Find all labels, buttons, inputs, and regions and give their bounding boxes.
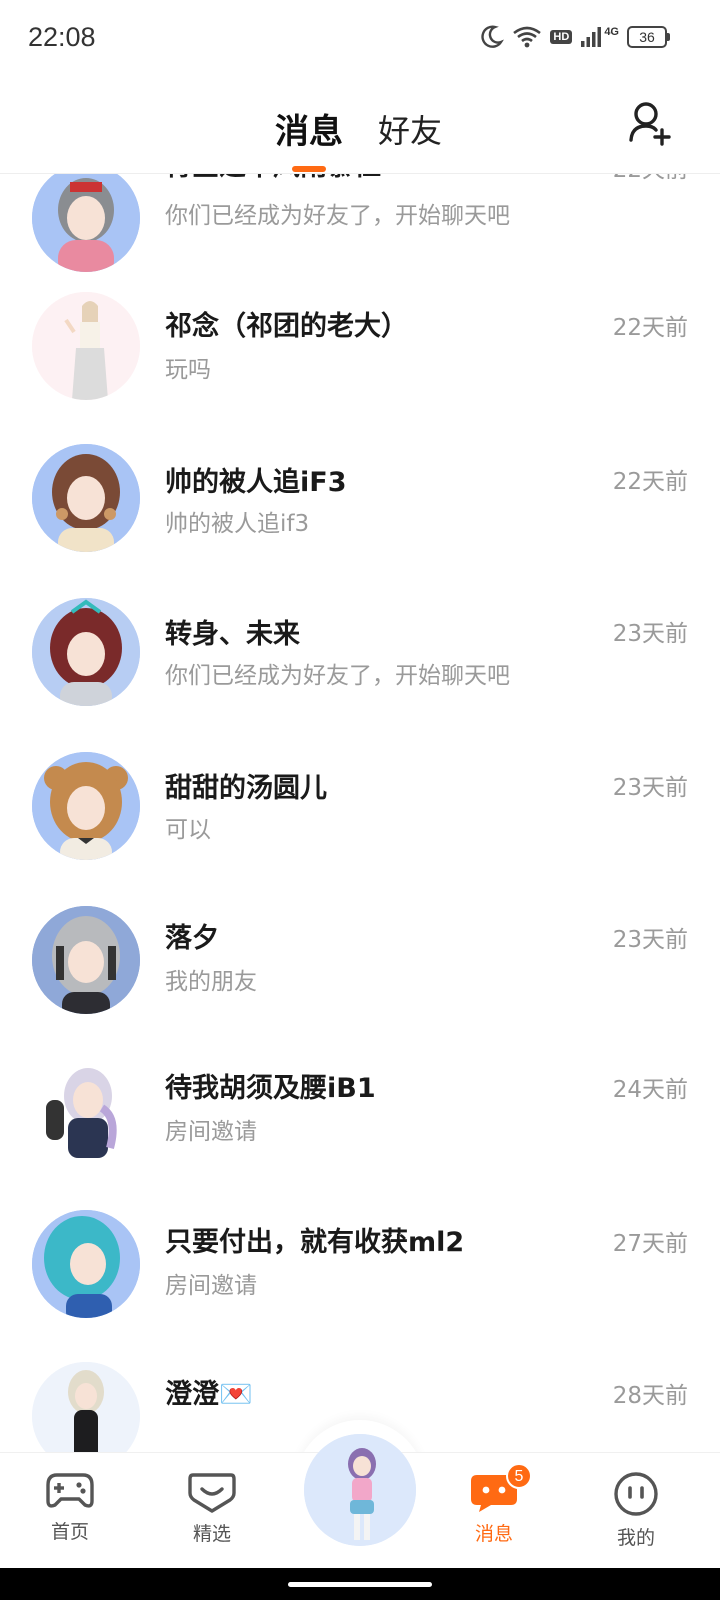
avatar (32, 164, 140, 272)
message-preview: 房间邀请 (165, 1119, 257, 1145)
message-name: 落夕 (165, 923, 219, 954)
message-row[interactable]: 帅的被人追iF3 帅的被人追if3 22天前 (0, 432, 720, 588)
message-time: 28天前 (612, 1383, 688, 1409)
avatar (32, 598, 140, 706)
message-row[interactable]: 甜甜的汤圆儿 可以 23天前 (0, 742, 720, 898)
message-row[interactable]: 落夕 我的朋友 23天前 (0, 896, 720, 1052)
message-time: 24天前 (612, 1077, 688, 1103)
message-time: 27天前 (612, 1231, 688, 1257)
face-icon (586, 1471, 686, 1517)
system-navigation-bar (0, 1568, 720, 1600)
top-nav: 消息 好友 (0, 78, 720, 174)
message-name: 转身、未来 (165, 619, 300, 650)
heart-chat-icon (162, 1471, 262, 1513)
avatar (32, 752, 140, 860)
message-preview: 房间邀请 (165, 1273, 257, 1299)
avatar (32, 1058, 140, 1166)
message-name: 祁念（祁团的老大） (165, 311, 408, 342)
nav-messages[interactable]: 5 消息 (444, 1463, 544, 1546)
message-preview: 你们已经成为好友了，开始聊天吧 (165, 203, 510, 229)
wifi-icon (512, 25, 542, 49)
avatar (32, 906, 140, 1014)
signal-icon (580, 26, 602, 48)
moon-icon (478, 24, 505, 50)
message-row[interactable]: 转身、未来 你们已经成为好友了，开始聊天吧 23天前 (0, 588, 720, 744)
message-name: 待我胡须及腰iB1 (165, 1073, 376, 1104)
status-bar: 22:08 HD 4G 36 (0, 0, 720, 78)
avatar (32, 1210, 140, 1318)
message-preview: 我的朋友 (165, 969, 257, 995)
message-name: 甜甜的汤圆儿 (165, 773, 327, 804)
message-time: 23天前 (612, 775, 688, 801)
message-preview: 你们已经成为好友了，开始聊天吧 (165, 663, 510, 689)
message-time: 23天前 (612, 927, 688, 953)
message-preview: 帅的被人追if3 (165, 511, 310, 537)
hd-icon: HD (550, 30, 573, 44)
message-bubble-icon: 5 (444, 1463, 544, 1513)
nav-label: 精选 (192, 1523, 231, 1545)
message-name: 澄澄💌 (165, 1379, 253, 1410)
status-time: 22:08 (28, 22, 96, 52)
tab-messages[interactable]: 消息 (275, 104, 343, 153)
nav-label: 首页 (50, 1521, 89, 1543)
gamepad-icon (20, 1471, 120, 1511)
message-name: 只要付出，就有收获ml2 (165, 1227, 465, 1258)
unread-badge: 5 (506, 1463, 532, 1489)
avatar (32, 444, 140, 552)
message-name: 帅的被人追iF3 (165, 467, 347, 498)
character-avatar-icon[interactable] (304, 1434, 416, 1546)
nav-label: 消息 (474, 1523, 513, 1545)
status-icons: HD 4G 36 (478, 24, 670, 50)
avatar (32, 292, 140, 400)
nav-profile[interactable]: 我的 (586, 1471, 686, 1550)
tab-friends[interactable]: 好友 (378, 106, 442, 152)
home-indicator[interactable] (288, 1582, 432, 1587)
nav-home[interactable]: 首页 (20, 1471, 120, 1544)
network-label: 4G (604, 26, 619, 38)
battery-icon: 36 (627, 26, 670, 48)
message-row[interactable]: 待我胡须及腰iB1 房间邀请 24天前 (0, 1050, 720, 1206)
active-tab-indicator (292, 166, 326, 172)
nav-featured[interactable]: 精选 (162, 1471, 262, 1546)
message-time: 22天前 (612, 315, 688, 341)
message-row[interactable]: 只要付出，就有收获ml2 房间邀请 27天前 (0, 1204, 720, 1360)
message-time: 22天前 (612, 469, 688, 495)
battery-level: 36 (627, 26, 667, 48)
nav-label: 我的 (616, 1527, 655, 1549)
message-time: 23天前 (612, 621, 688, 647)
message-preview: 玩吗 (165, 357, 211, 383)
add-friend-icon[interactable] (626, 98, 676, 148)
message-preview: 可以 (165, 817, 211, 843)
message-row[interactable]: 祁念（祁团的老大） 玩吗 22天前 (0, 278, 720, 434)
